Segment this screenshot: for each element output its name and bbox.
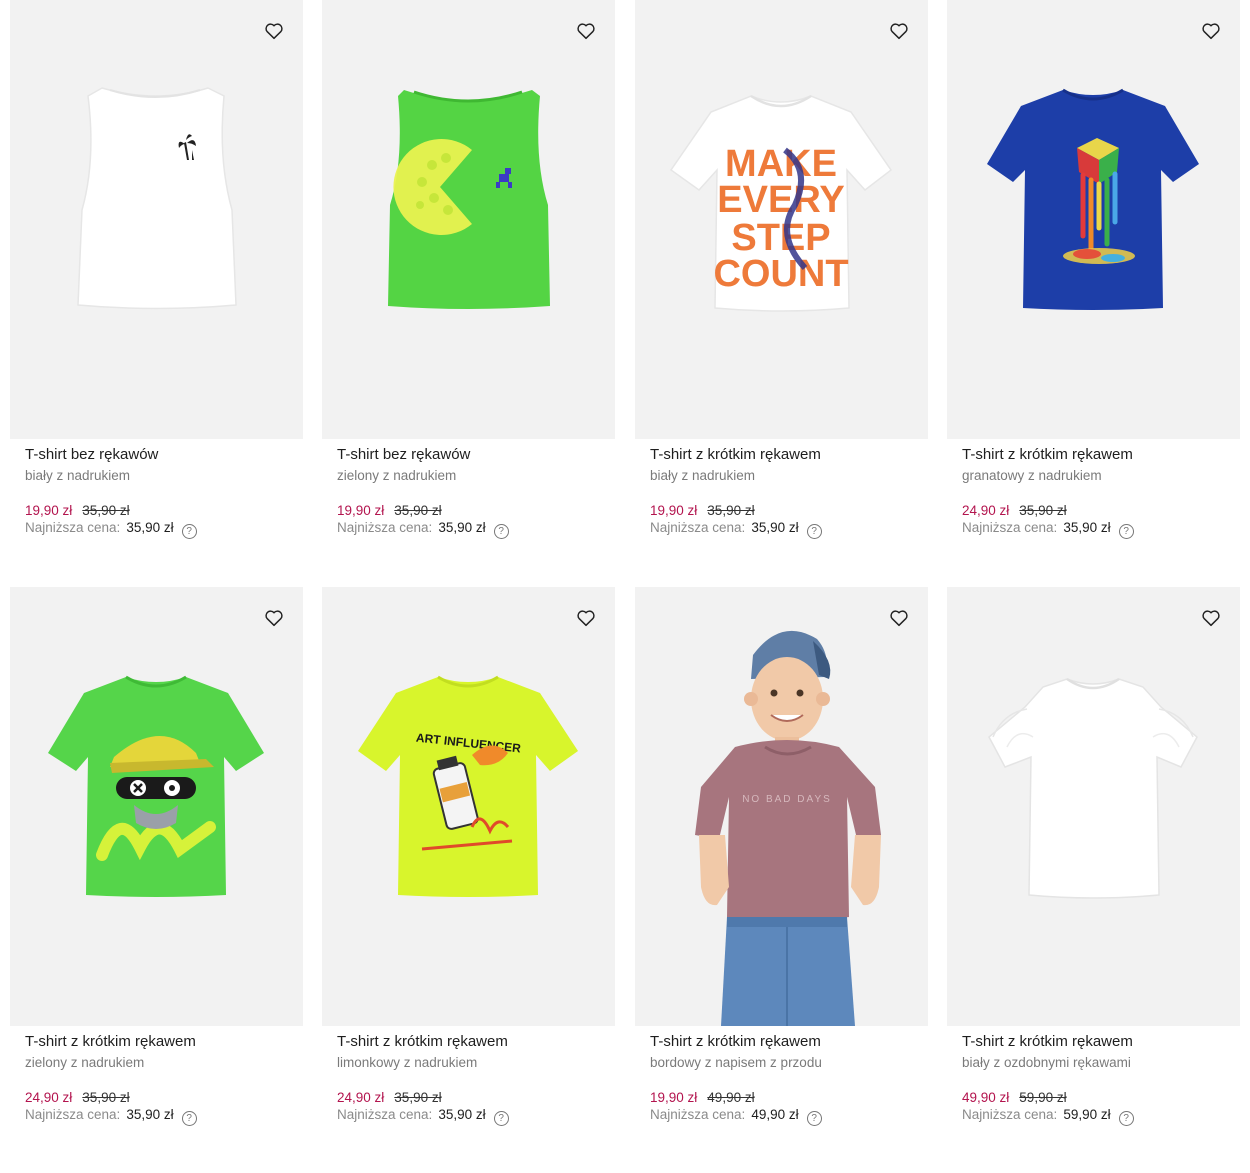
lowest-price-label: Najniższa cena:: [25, 1107, 121, 1122]
lowest-price: 35,90 zł: [438, 1107, 486, 1122]
lowest-price: 35,90 zł: [438, 520, 486, 535]
product-subtitle: granatowy z nadrukiem: [962, 468, 1102, 483]
navy-tee-image: [987, 88, 1199, 310]
product-title[interactable]: T-shirt bez rękawów: [25, 446, 303, 464]
question-circle-icon[interactable]: ?: [181, 524, 197, 539]
lowest-price-label: Najniższa cena:: [962, 1107, 1058, 1122]
current-price: 19,90 zł: [25, 503, 73, 518]
lowest-price-label: Najniższa cena:: [650, 520, 746, 535]
lowest-price: 35,90 zł: [751, 520, 799, 535]
product-image[interactable]: [947, 587, 1240, 1026]
old-price: 49,90 zł: [707, 1090, 755, 1105]
product-title[interactable]: T-shirt bez rękawów: [337, 446, 615, 464]
white-sleeveless-tank-image: [77, 87, 237, 310]
lowest-price-label: Najniższa cena:: [650, 1107, 746, 1122]
question-circle-icon[interactable]: ?: [493, 524, 509, 539]
question-circle-icon[interactable]: ?: [181, 1111, 197, 1126]
product-image[interactable]: NO BAD DAYS: [635, 587, 928, 1026]
question-circle-icon[interactable]: ?: [1118, 1111, 1134, 1126]
current-price: 24,90 zł: [337, 1090, 385, 1105]
old-price: 35,90 zł: [82, 503, 130, 518]
heart-outline-icon[interactable]: [263, 20, 285, 42]
heart-outline-icon[interactable]: [888, 607, 910, 629]
old-price: 35,90 zł: [1019, 503, 1067, 518]
lowest-price: 35,90 zł: [126, 1107, 174, 1122]
lowest-price: 59,90 zł: [1063, 1107, 1111, 1122]
old-price: 35,90 zł: [394, 1090, 442, 1105]
current-price: 19,90 zł: [337, 503, 385, 518]
current-price: 19,90 zł: [650, 503, 698, 518]
product-image[interactable]: ART INFLUENCER: [322, 587, 615, 1026]
print-text: NO BAD DAYS: [742, 794, 832, 805]
lime-tee-image: ART INFLUENCER: [358, 675, 578, 897]
old-price: 35,90 zł: [707, 503, 755, 518]
product-subtitle: zielony z nadrukiem: [337, 468, 457, 483]
question-circle-icon[interactable]: ?: [806, 1111, 822, 1126]
question-circle-icon[interactable]: ?: [493, 1111, 509, 1126]
lowest-price: 49,90 zł: [751, 1107, 799, 1122]
heart-outline-icon[interactable]: [575, 607, 597, 629]
product-title[interactable]: T-shirt z krótkim rękawem: [962, 1033, 1240, 1051]
old-price: 59,90 zł: [1019, 1090, 1067, 1105]
print-text-line: COUNT: [713, 253, 848, 295]
heart-outline-icon[interactable]: [1200, 20, 1222, 42]
current-price: 24,90 zł: [962, 503, 1010, 518]
heart-outline-icon[interactable]: [888, 20, 910, 42]
product-title[interactable]: T-shirt z krótkim rękawem: [337, 1033, 615, 1051]
old-price: 35,90 zł: [82, 1090, 130, 1105]
product-card[interactable]: T-shirt z krótkim rękawem zielony z nadr…: [10, 587, 303, 1126]
product-subtitle: bordowy z napisem z przodu: [650, 1055, 822, 1070]
lowest-price: 35,90 zł: [126, 520, 174, 535]
green-tee-character-image: [48, 675, 264, 897]
boy-model-image: NO BAD DAYS: [695, 630, 881, 1026]
product-image[interactable]: [322, 0, 615, 439]
product-card[interactable]: ART INFLUENCER T-shirt z krótkim rękawem…: [322, 587, 615, 1126]
lowest-price-label: Najniższa cena:: [25, 520, 121, 535]
product-subtitle: biały z nadrukiem: [650, 468, 756, 483]
product-card[interactable]: T-shirt bez rękawów zielony z nadrukiem …: [322, 0, 615, 539]
lowest-price-label: Najniższa cena:: [337, 1107, 433, 1122]
product-title[interactable]: T-shirt z krótkim rękawem: [25, 1033, 303, 1051]
question-circle-icon[interactable]: ?: [806, 524, 822, 539]
product-image[interactable]: [947, 0, 1240, 439]
product-subtitle: biały z nadrukiem: [25, 468, 131, 483]
product-subtitle: biały z ozdobnymi rękawami: [962, 1055, 1131, 1070]
lowest-price-label: Najniższa cena:: [337, 520, 433, 535]
product-title[interactable]: T-shirt z krótkim rękawem: [650, 1033, 928, 1051]
green-sleeveless-tank-image: [388, 90, 550, 309]
product-image[interactable]: MAKE EVERY STEP COUNT: [635, 0, 928, 439]
old-price: 35,90 zł: [394, 503, 442, 518]
heart-outline-icon[interactable]: [263, 607, 285, 629]
product-subtitle: limonkowy z nadrukiem: [337, 1055, 478, 1070]
product-card[interactable]: T-shirt z krótkim rękawem granatowy z na…: [947, 0, 1240, 539]
white-puff-sleeve-tee-image: [988, 677, 1198, 899]
lowest-price: 35,90 zł: [1063, 520, 1111, 535]
product-image[interactable]: [10, 0, 303, 439]
current-price: 49,90 zł: [962, 1090, 1010, 1105]
product-title[interactable]: T-shirt z krótkim rękawem: [650, 446, 928, 464]
product-title[interactable]: T-shirt z krótkim rękawem: [962, 446, 1240, 464]
product-card[interactable]: NO BAD DAYS T-shirt z krótkim rękawem bo…: [635, 587, 928, 1126]
product-image[interactable]: [10, 587, 303, 1026]
current-price: 24,90 zł: [25, 1090, 73, 1105]
current-price: 19,90 zł: [650, 1090, 698, 1105]
heart-outline-icon[interactable]: [575, 20, 597, 42]
question-circle-icon[interactable]: ?: [1118, 524, 1134, 539]
product-card[interactable]: T-shirt bez rękawów biały z nadrukiem 19…: [10, 0, 303, 539]
product-card[interactable]: MAKE EVERY STEP COUNT T-shirt z krótkim …: [635, 0, 928, 539]
product-subtitle: zielony z nadrukiem: [25, 1055, 145, 1070]
product-card[interactable]: T-shirt z krótkim rękawem biały z ozdobn…: [947, 587, 1240, 1126]
white-tee-print-image: MAKE EVERY STEP COUNT: [669, 94, 893, 312]
lowest-price-label: Najniższa cena:: [962, 520, 1058, 535]
print-text-line: EVERY: [717, 179, 844, 221]
heart-outline-icon[interactable]: [1200, 607, 1222, 629]
product-grid: T-shirt bez rękawów biały z nadrukiem 19…: [0, 0, 1250, 1173]
